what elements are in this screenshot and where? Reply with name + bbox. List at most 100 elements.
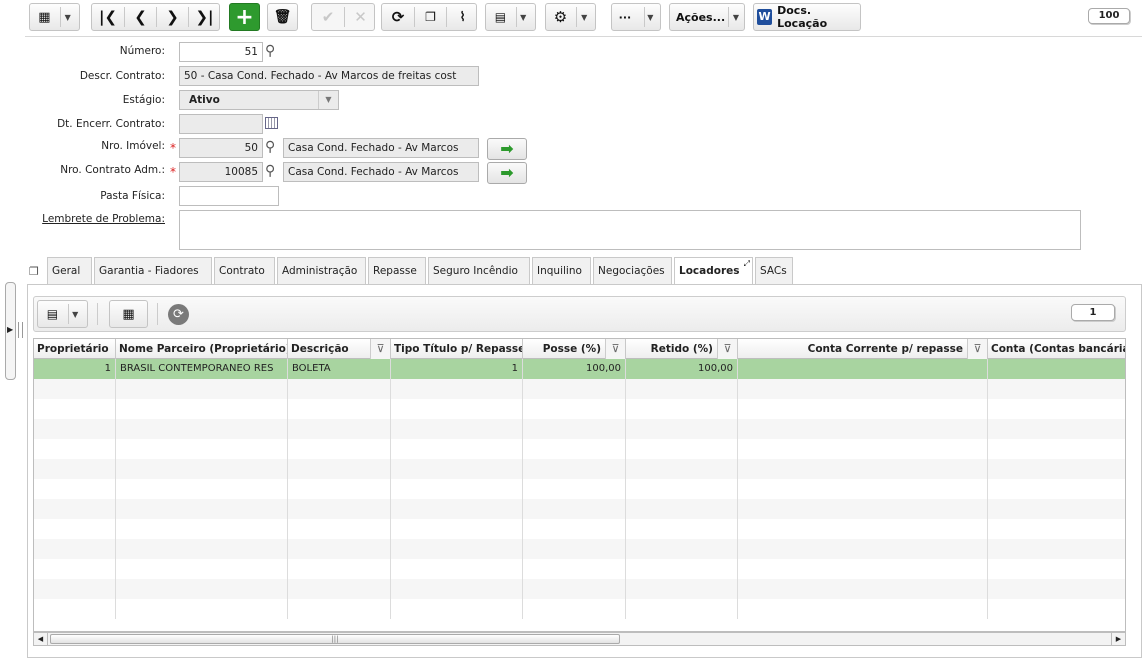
table-row[interactable]: [34, 419, 1125, 439]
column-header-label: Proprietário: [37, 343, 109, 355]
table-row[interactable]: [34, 399, 1125, 419]
pasta-fisica-input[interactable]: [179, 186, 279, 206]
table-cell: [391, 559, 523, 579]
column-header[interactable]: Posse (%) ⊽: [523, 339, 626, 359]
tab-inquilino[interactable]: Inquilino: [532, 257, 591, 284]
grid-layout-button[interactable]: ▦: [109, 300, 148, 328]
copy-button[interactable]: ❐: [415, 10, 446, 24]
settings-dropdown-button[interactable]: ⚙ ▼: [545, 3, 596, 31]
column-header[interactable]: Retido (%) ⊽: [626, 339, 738, 359]
tab-locadores[interactable]: Locadores ⤢: [674, 257, 753, 285]
first-record-icon: |❮: [98, 8, 118, 26]
column-header[interactable]: Proprietário: [34, 339, 116, 359]
search-icon[interactable]: ⚲: [265, 163, 275, 179]
open-imovel-button[interactable]: ➡: [487, 138, 527, 160]
next-record-button[interactable]: ❯: [157, 8, 188, 26]
previous-record-button[interactable]: ❮: [125, 8, 156, 26]
delete-button[interactable]: 🗑: [267, 3, 298, 31]
tab-administracao[interactable]: Administração: [277, 257, 366, 284]
calendar-icon[interactable]: [265, 117, 278, 129]
table-row[interactable]: [34, 519, 1125, 539]
scroll-thumb[interactable]: |||: [50, 634, 620, 644]
search-icon[interactable]: ⚲: [265, 139, 275, 155]
column-header[interactable]: Tipo Título p/ Repasse: [391, 339, 523, 359]
table-row[interactable]: [34, 539, 1125, 559]
table-cell: [988, 599, 1125, 619]
table-row[interactable]: [34, 459, 1125, 479]
table-row[interactable]: [34, 559, 1125, 579]
export-icon: ▤: [46, 307, 59, 321]
filter-icon[interactable]: ⊽: [717, 339, 737, 359]
column-header[interactable]: Descrição ⊽: [288, 339, 391, 359]
numero-input[interactable]: 51: [179, 42, 263, 62]
restore-window-icon[interactable]: ❐: [29, 265, 39, 278]
estagio-select[interactable]: Ativo ▼: [179, 90, 339, 110]
more-dropdown-button[interactable]: ··· ▼: [611, 3, 661, 31]
table-cell: [738, 539, 988, 559]
table-row[interactable]: [34, 439, 1125, 459]
descr-contrato-field[interactable]: 50 - Casa Cond. Fechado - Av Marcos de f…: [179, 66, 479, 86]
table-cell: 100,00: [523, 359, 626, 379]
table-row[interactable]: 1 BRASIL CONTEMPORANEO RES BOLETA 1 100,00 10…: [34, 359, 1125, 379]
table-cell: [34, 419, 116, 439]
table-row[interactable]: [34, 599, 1125, 619]
search-icon[interactable]: ⚲: [265, 43, 275, 59]
table-cell: [116, 459, 288, 479]
table-cell: [391, 459, 523, 479]
tab-garantia-fiadores[interactable]: Garantia - Fiadores: [94, 257, 212, 284]
splitter-handle[interactable]: [18, 322, 23, 338]
lembrete-problema-link[interactable]: Lembrete de Problema:: [42, 213, 165, 225]
table-row[interactable]: [34, 499, 1125, 519]
scroll-left-icon[interactable]: ◀: [34, 633, 48, 645]
table-cell: [391, 519, 523, 539]
filter-icon[interactable]: ⊽: [370, 339, 390, 359]
table-cell: [116, 379, 288, 399]
filter-icon[interactable]: ⊽: [967, 339, 987, 359]
refresh-button[interactable]: ⟳: [382, 8, 414, 26]
tab-negociacoes[interactable]: Negociações: [593, 257, 672, 284]
open-contrato-button[interactable]: ➡: [487, 162, 527, 184]
grid-view-dropdown-button[interactable]: ▦ ▼: [29, 3, 80, 31]
export-dropdown-button[interactable]: ▤ ▼: [485, 3, 536, 31]
attach-button[interactable]: ⌇: [447, 10, 478, 25]
refresh-grid-button[interactable]: ⟳: [168, 304, 189, 325]
descr-contrato-label: Descr. Contrato:: [79, 70, 165, 82]
column-header-label: Descrição: [291, 343, 349, 355]
app-window: ▦ ▼ |❮ ❮ ❯ ❯| + 🗑 ✔ ✕ ⟳ ❐ ⌇ ▤ ▼ ⚙ ▼ ··· …: [0, 0, 1146, 663]
table-cell: [288, 599, 391, 619]
lembrete-problema-textarea[interactable]: [179, 210, 1081, 250]
chevron-down-icon: ▼: [647, 12, 654, 22]
tab-repasse[interactable]: Repasse: [368, 257, 426, 284]
tab-seguro-incendio[interactable]: Seguro Incêndio: [428, 257, 530, 284]
table-cell: [34, 599, 116, 619]
nro-contrato-adm-input[interactable]: 10085: [179, 162, 263, 182]
horizontal-scrollbar[interactable]: ◀ ||| ▶: [33, 632, 1126, 646]
docs-locacao-button[interactable]: W Docs. Locação: [753, 3, 861, 31]
table-cell: [288, 379, 391, 399]
table-row[interactable]: [34, 579, 1125, 599]
popout-icon[interactable]: ⤢: [744, 250, 750, 277]
column-header[interactable]: Nome Parceiro (Proprietário): [116, 339, 288, 359]
last-record-button[interactable]: ❯|: [189, 8, 220, 26]
tab-geral[interactable]: Geral: [47, 257, 92, 284]
first-record-button[interactable]: |❮: [92, 8, 124, 26]
scroll-right-icon[interactable]: ▶: [1111, 633, 1125, 645]
required-marker: *: [170, 141, 176, 155]
filter-icon[interactable]: ⊽: [605, 339, 625, 359]
actions-dropdown-button[interactable]: Ações... ▼: [669, 3, 745, 31]
plus-icon: +: [235, 4, 254, 30]
confirm-button[interactable]: ✔: [312, 8, 344, 26]
table-cell: [626, 499, 738, 519]
tab-sacs[interactable]: SACs: [755, 257, 793, 284]
nro-imovel-input[interactable]: 50: [179, 138, 263, 158]
add-button[interactable]: +: [229, 3, 260, 31]
column-header[interactable]: Conta (Contas bancárias: [988, 339, 1125, 359]
table-row[interactable]: [34, 479, 1125, 499]
dt-encerr-input[interactable]: [179, 114, 263, 134]
tab-contrato[interactable]: Contrato: [214, 257, 275, 284]
column-header[interactable]: Conta Corrente p/ repasse ⊽: [738, 339, 988, 359]
grid-export-dropdown-button[interactable]: ▤ ▼: [37, 300, 88, 328]
cancel-button[interactable]: ✕: [345, 8, 376, 26]
table-row[interactable]: [34, 379, 1125, 399]
side-panel-handle[interactable]: ▶: [5, 282, 16, 380]
